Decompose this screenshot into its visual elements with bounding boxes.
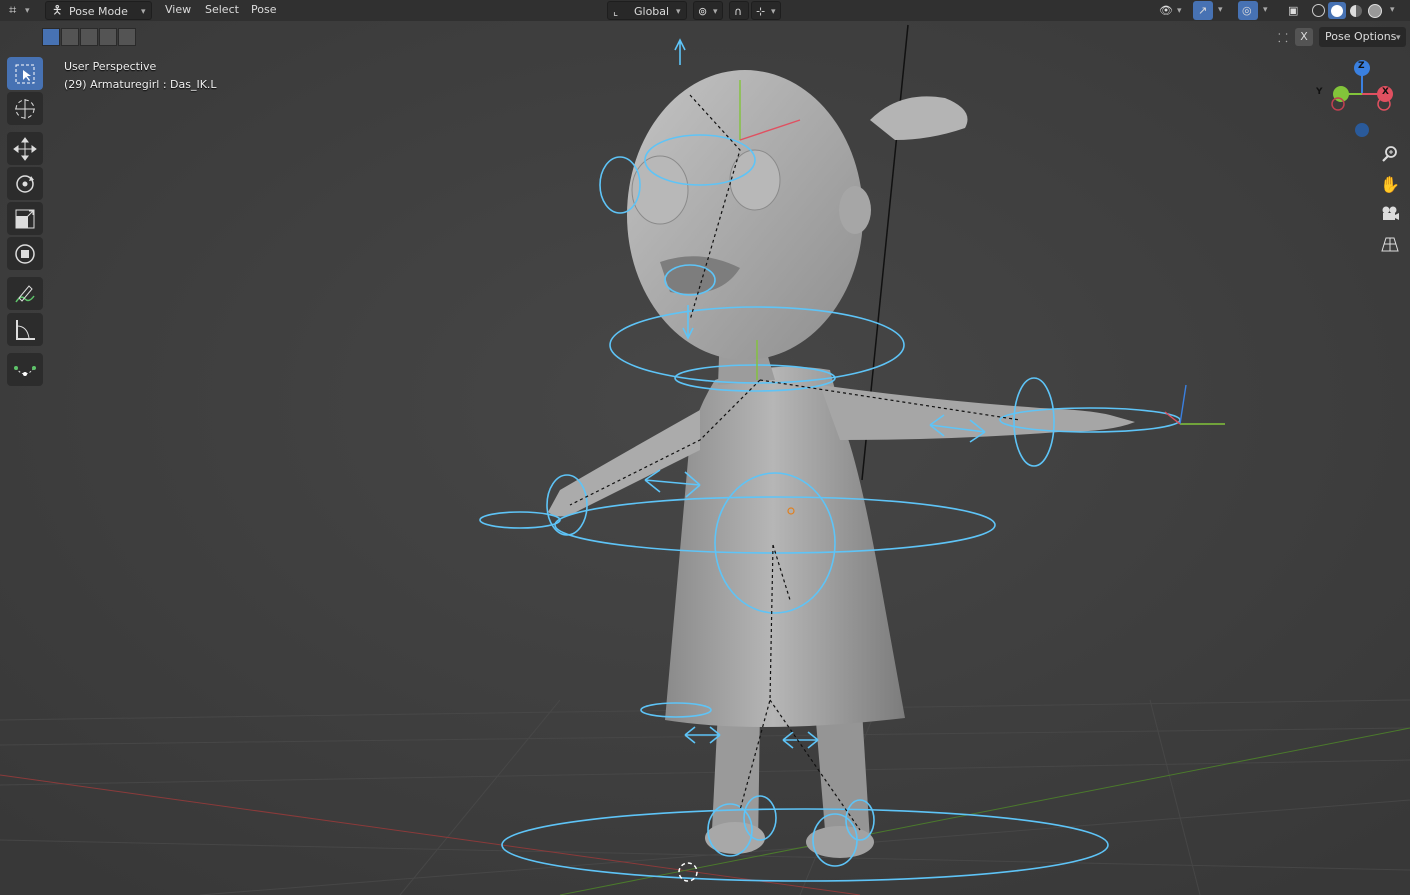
pivot-icon: ⊚ [698, 5, 708, 18]
grid-icon [1381, 237, 1399, 252]
chevron-down-icon: ▾ [676, 7, 681, 17]
select-box-icon [15, 64, 35, 83]
pose-mode-icon: 🯅 [52, 3, 63, 17]
chevron-down-icon: ▾ [1396, 33, 1401, 43]
navigation-gizmo[interactable]: Z X Y [1316, 58, 1398, 140]
mirror-icon[interactable]: ⸬ [1278, 29, 1288, 46]
zoom-button[interactable] [1376, 140, 1404, 168]
hand-icon: ✋ [1380, 174, 1400, 194]
x-mirror-label: X [1300, 30, 1308, 43]
pan-button[interactable]: ✋ [1376, 170, 1404, 198]
move-icon [13, 136, 37, 161]
shading-wireframe-button[interactable] [1309, 2, 1327, 19]
annotate-tool[interactable] [7, 277, 43, 310]
xray-toggle[interactable]: ▣ [1284, 1, 1304, 20]
x-mirror-toggle[interactable]: X [1295, 28, 1313, 46]
shading-solid-button[interactable] [1328, 2, 1346, 19]
overlays-icon: ◎ [1242, 4, 1252, 17]
snap-toggle[interactable]: ∩ [729, 1, 749, 20]
select-invert-icon[interactable] [99, 28, 117, 46]
zoom-icon [1382, 146, 1397, 162]
select-subtract-icon[interactable] [80, 28, 98, 46]
snap-icon: ⊹ [756, 5, 766, 18]
mode-dropdown[interactable]: 🯅 Pose Mode ▾ [45, 1, 152, 20]
bone-tool-icon [14, 365, 36, 376]
gizmo-toggle[interactable]: ↗ [1193, 1, 1213, 20]
chevron-down-icon: ▾ [713, 7, 718, 17]
menu-select[interactable]: Select [205, 3, 239, 16]
viewport-info: User Perspective (29) Armaturegirl : Das… [64, 58, 217, 94]
orientation-icon: ⌞ [613, 5, 619, 18]
chevron-down-icon: ▾ [141, 7, 146, 17]
transform-tool[interactable] [7, 237, 43, 270]
measure-tool[interactable] [7, 313, 43, 346]
move-tool[interactable] [7, 132, 43, 165]
mode-label: Pose Mode [69, 5, 128, 18]
chevron-down-icon: ▾ [25, 6, 30, 16]
perspective-toggle-button[interactable] [1376, 230, 1404, 258]
measure-icon [16, 319, 35, 340]
camera-icon [1382, 206, 1399, 220]
perspective-label: User Perspective [64, 60, 157, 73]
editor-type-icon: ⌗ [9, 3, 17, 18]
wireframe-icon [1311, 4, 1325, 17]
select-extend-icon[interactable] [61, 28, 79, 46]
overlays-toggle[interactable]: ◎ [1238, 1, 1258, 20]
xray-icon: ▣ [1288, 4, 1299, 17]
scale-icon [15, 209, 35, 228]
select-new-icon[interactable] [42, 28, 60, 46]
snap-dropdown[interactable]: ⊹ ▾ [751, 1, 781, 20]
magnet-icon: ∩ [734, 5, 743, 18]
gizmo-x-label: X [1382, 87, 1389, 97]
gizmo-icon: ↗ [1198, 4, 1208, 17]
orientation-dropdown[interactable]: ⌞ Global ▾ [607, 1, 687, 20]
viewport-scene[interactable] [0, 0, 1410, 895]
bone-tool[interactable] [7, 353, 43, 386]
pose-options-label: Pose Options [1325, 30, 1397, 43]
orientation-label: Global [634, 5, 670, 18]
rotate-tool[interactable] [7, 167, 43, 200]
transform-icon [15, 243, 35, 264]
gizmo-y-label: Y [1316, 87, 1323, 97]
viewport-header: ⌗ ▾ 🯅 Pose Mode ▾ View Select Pose ⌞ Glo… [0, 0, 1410, 21]
pose-options-dropdown[interactable]: Pose Options ▾ [1319, 27, 1406, 47]
cursor-tool[interactable] [7, 92, 43, 125]
solid-icon [1331, 4, 1343, 17]
chevron-down-icon[interactable]: ▾ [1263, 5, 1268, 15]
chevron-down-icon: ▾ [1177, 6, 1182, 16]
menu-view[interactable]: View [165, 3, 191, 16]
select-mode-buttons [42, 28, 136, 46]
camera-view-button[interactable] [1376, 200, 1404, 228]
select-box-tool[interactable] [7, 57, 43, 90]
eye-icon: 👁 [1159, 4, 1173, 17]
rendered-icon [1368, 3, 1382, 18]
scale-tool[interactable] [7, 202, 43, 235]
rotate-icon [16, 174, 34, 193]
pivot-dropdown[interactable]: ⊚ ▾ [693, 1, 723, 20]
active-object-label: (29) Armaturegirl : Das_IK.L [64, 78, 217, 91]
material-icon [1350, 4, 1362, 17]
annotate-icon [15, 284, 35, 302]
menu-pose[interactable]: Pose [251, 3, 276, 16]
chevron-down-icon: ▾ [771, 7, 776, 17]
visibility-dropdown[interactable]: 👁 ▾ [1156, 1, 1188, 20]
gizmo-z-label: Z [1358, 61, 1365, 71]
shading-rendered-button[interactable] [1366, 2, 1384, 19]
select-intersect-icon[interactable] [118, 28, 136, 46]
chevron-down-icon[interactable]: ▾ [1390, 5, 1395, 15]
editor-type-button[interactable]: ⌗ ▾ [6, 1, 36, 20]
chevron-down-icon[interactable]: ▾ [1218, 5, 1223, 15]
cursor-icon [15, 98, 35, 119]
shading-material-button[interactable] [1347, 2, 1365, 19]
